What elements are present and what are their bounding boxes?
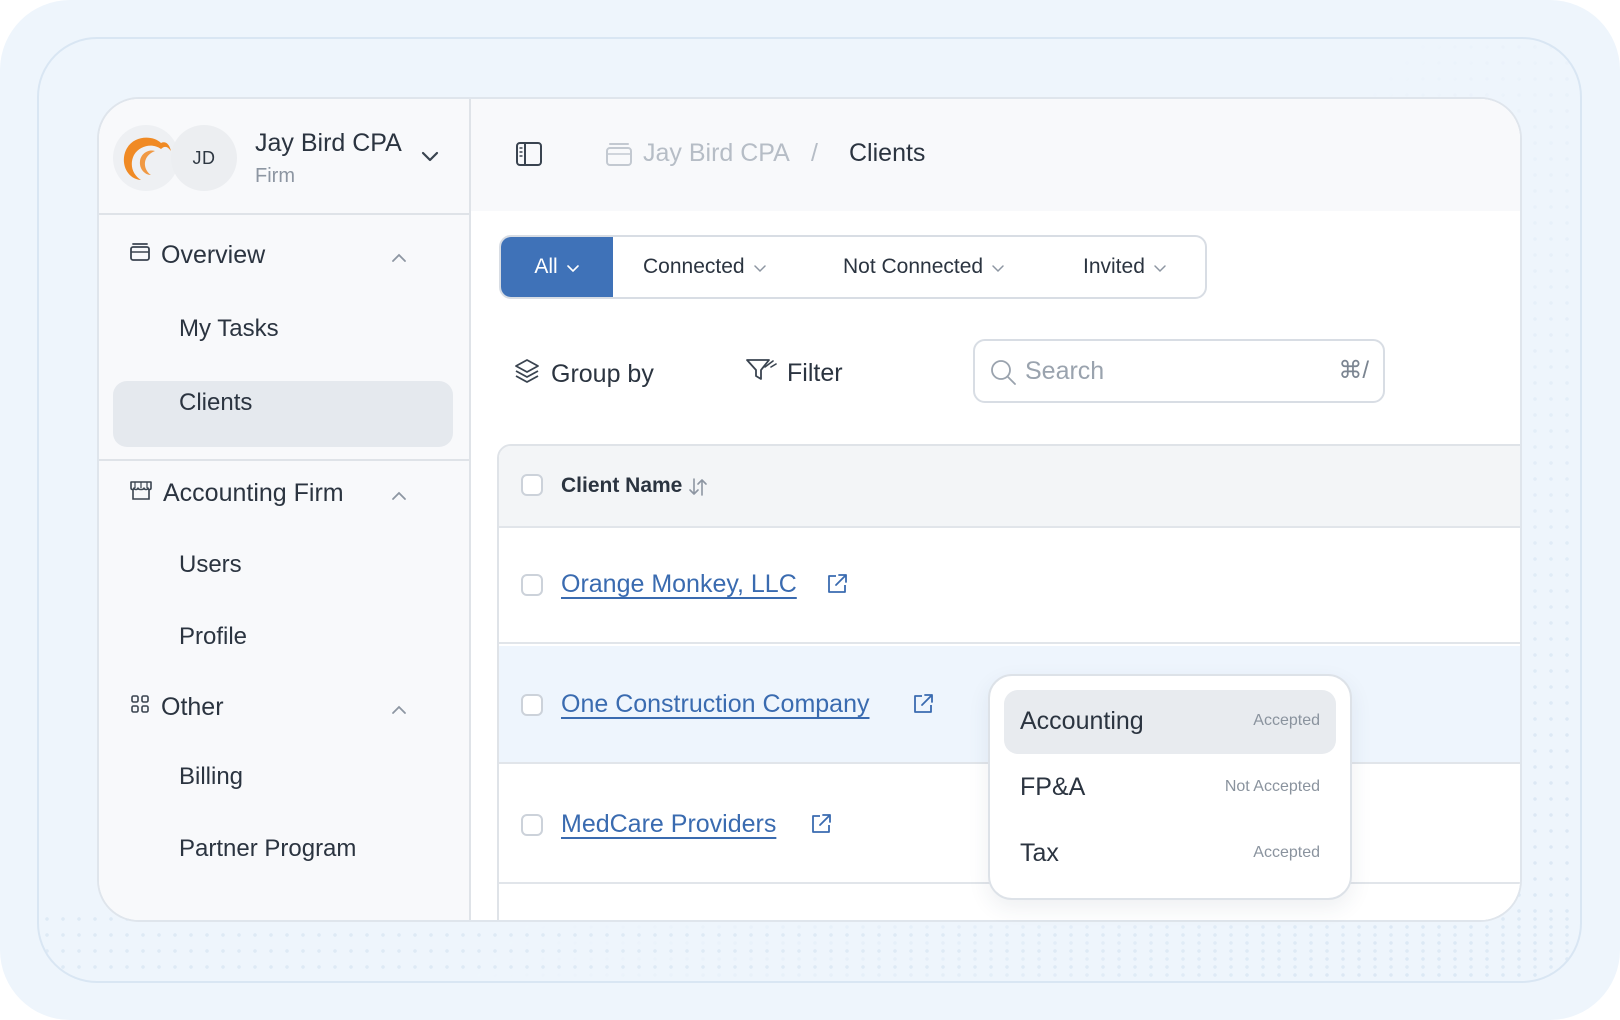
select-all-checkbox[interactable] xyxy=(521,474,543,496)
search-icon xyxy=(989,358,1017,391)
search-placeholder: Search xyxy=(1025,357,1105,385)
sidebar-item-profile[interactable]: Profile xyxy=(179,623,247,651)
top-bar: Jay Bird CPA / Clients xyxy=(471,99,1520,211)
avatar: JD xyxy=(171,125,237,191)
chevron-down-icon xyxy=(566,255,580,279)
table-header: Client Name xyxy=(499,446,1520,528)
chevron-down-icon xyxy=(421,149,439,167)
service-option-accounting[interactable]: Accounting Accepted xyxy=(1004,690,1336,754)
chevron-down-icon xyxy=(753,255,767,279)
row-checkbox[interactable] xyxy=(521,694,543,716)
inbox-icon xyxy=(605,141,633,172)
divider xyxy=(99,459,469,461)
sidebar-item-billing[interactable]: Billing xyxy=(179,763,243,791)
service-status: Not Accepted xyxy=(1224,778,1320,795)
nav-section-overview[interactable]: Overview xyxy=(129,241,439,270)
chevron-up-icon xyxy=(391,693,407,722)
service-status: Accepted xyxy=(1253,712,1320,729)
search-shortcut: ⌘/ xyxy=(1338,357,1369,384)
client-link[interactable]: Orange Monkey, LLC xyxy=(561,570,797,599)
sidebar-item-partner-program[interactable]: Partner Program xyxy=(179,835,356,863)
segment-all[interactable]: All xyxy=(501,237,613,297)
search-input[interactable]: Search ⌘/ xyxy=(973,339,1385,403)
breadcrumb-separator: / xyxy=(811,139,818,167)
storefront-icon xyxy=(129,479,153,508)
service-label: FP&A xyxy=(1020,773,1086,801)
filter-button[interactable]: Filter xyxy=(745,357,843,390)
external-link-icon[interactable] xyxy=(911,692,935,721)
nav-section-label: Other xyxy=(161,693,224,721)
segment-invited[interactable]: Invited xyxy=(1083,237,1167,297)
group-by-label: Group by xyxy=(551,360,654,388)
layers-icon xyxy=(513,357,541,392)
group-by-button[interactable]: Group by xyxy=(513,357,654,392)
service-label: Accounting xyxy=(1020,707,1144,735)
filter-icon xyxy=(745,357,777,390)
sidebar-item-users[interactable]: Users xyxy=(179,551,242,579)
chevron-up-icon xyxy=(391,479,407,508)
chevron-up-icon xyxy=(391,241,407,270)
service-option-fpa[interactable]: FP&A Not Accepted xyxy=(1004,756,1336,820)
chevron-down-icon xyxy=(991,255,1005,279)
sidebar-item-active-bg xyxy=(113,381,453,447)
segment-label: Invited xyxy=(1083,255,1145,278)
external-link-icon[interactable] xyxy=(809,812,833,841)
firm-name: Jay Bird CPA xyxy=(255,129,402,157)
service-label: Tax xyxy=(1020,839,1059,867)
firm-switcher[interactable]: JD Jay Bird CPA Firm xyxy=(99,99,469,215)
services-popup: Accounting Accepted FP&A Not Accepted Ta… xyxy=(988,674,1352,900)
filter-label: Filter xyxy=(787,359,843,387)
row-checkbox[interactable] xyxy=(521,574,543,596)
sidebar: JD Jay Bird CPA Firm Overview My Tasks C… xyxy=(99,99,471,920)
nav-section-label: Accounting Firm xyxy=(163,479,344,507)
chevron-down-icon xyxy=(1153,255,1167,279)
firm-logo xyxy=(113,125,179,191)
service-option-tax[interactable]: Tax Accepted xyxy=(1004,822,1336,886)
column-header-client-name[interactable]: Client Name xyxy=(561,474,682,498)
segment-connected[interactable]: Connected xyxy=(643,237,767,297)
client-link[interactable]: One Construction Company xyxy=(561,690,869,719)
segment-label: Not Connected xyxy=(843,255,984,278)
table-row[interactable]: Orange Monkey, LLC xyxy=(499,526,1520,644)
service-status: Accepted xyxy=(1253,844,1320,861)
status-segmented-control: All Connected Not Connected Invited xyxy=(499,235,1207,299)
segment-label: All xyxy=(534,255,558,278)
external-link-icon[interactable] xyxy=(825,572,849,601)
sidebar-item-my-tasks[interactable]: My Tasks xyxy=(179,315,279,343)
inbox-icon xyxy=(129,241,151,270)
breadcrumb-parent[interactable]: Jay Bird CPA xyxy=(643,139,790,168)
client-link[interactable]: MedCare Providers xyxy=(561,810,776,839)
page-background: JD Jay Bird CPA Firm Overview My Tasks C… xyxy=(0,0,1620,1020)
grid-icon xyxy=(129,693,151,722)
nav-section-other[interactable]: Other xyxy=(129,693,439,722)
sidebar-toggle-icon[interactable] xyxy=(515,141,543,172)
firm-type: Firm xyxy=(255,165,295,187)
sort-icon[interactable] xyxy=(687,476,709,503)
segment-not-connected[interactable]: Not Connected xyxy=(843,237,1005,297)
page-title: Clients xyxy=(849,139,926,167)
segment-label: Connected xyxy=(643,255,745,278)
nav-section-accounting-firm[interactable]: Accounting Firm xyxy=(129,479,439,508)
nav-section-label: Overview xyxy=(161,241,266,269)
sidebar-item-clients[interactable]: Clients xyxy=(179,389,252,417)
row-checkbox[interactable] xyxy=(521,814,543,836)
